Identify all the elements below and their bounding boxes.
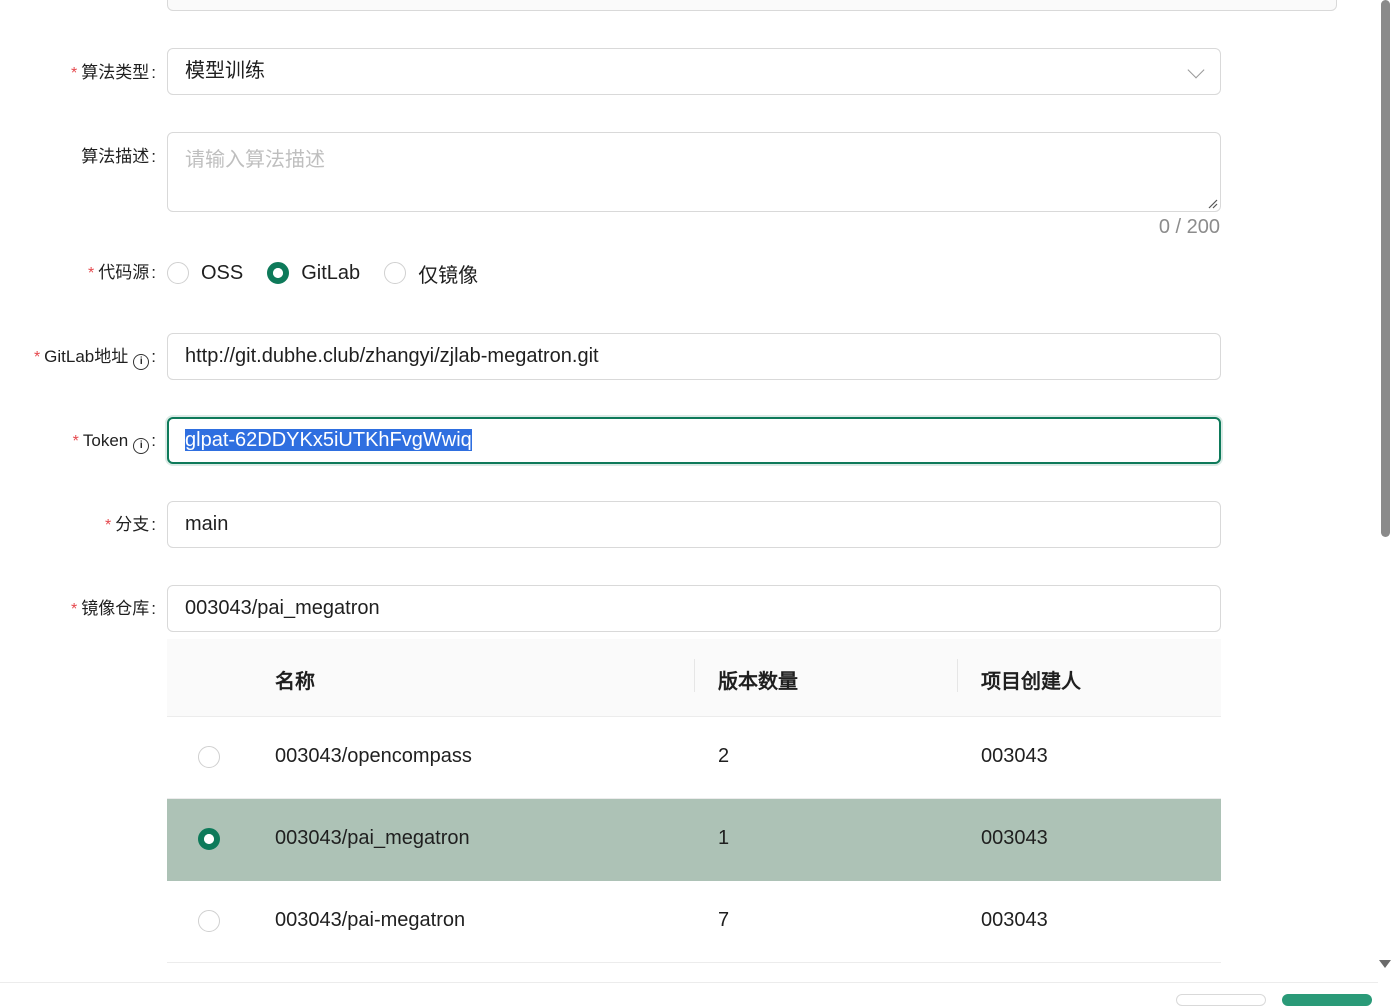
algo-type-label: * 算法类型: [71,63,156,82]
scrollbar-thumb[interactable] [1381,0,1390,537]
required-mark: * [33,349,41,366]
algo-desc-label: 算法描述: [81,147,156,166]
image-repo-table: 名称 版本数量 项目创建人 003043/opencompass 2 00304… [167,639,1221,963]
column-header-versions: 版本数量 [718,671,798,693]
row-radio-button-checked[interactable] [198,828,220,850]
code-source-radio-group: OSS GitLab 仅镜像 [167,258,502,288]
cancel-button[interactable] [1176,994,1266,1006]
image-repo-input[interactable]: 003043/pai_megatron [167,585,1221,632]
radio-option-oss[interactable]: OSS [167,262,243,285]
cell-name: 003043/pai-megatron [275,909,466,931]
cell-versions: 2 [718,745,730,767]
image-repo-label: * 镜像仓库: [71,599,156,618]
info-circle-icon[interactable]: i [133,438,150,454]
scroll-down-arrow-icon[interactable] [1379,960,1391,968]
cell-creator: 003043 [981,745,1048,767]
scrollbar-track[interactable] [1378,0,1392,970]
required-mark: * [88,265,95,282]
cell-creator: 003043 [981,827,1048,849]
algo-type-select[interactable]: 模型训练 [167,48,1221,95]
token-label: * Token i: [73,429,156,454]
branch-input[interactable]: main [167,501,1221,548]
cell-name: 003043/opencompass [275,745,472,767]
cell-versions: 7 [718,909,730,931]
required-mark: * [71,601,78,618]
required-mark: * [72,433,79,450]
column-divider [694,659,695,692]
radio-option-gitlab[interactable]: GitLab [267,262,360,285]
confirm-button[interactable] [1282,994,1372,1006]
footer-divider [0,982,1378,983]
cell-creator: 003043 [981,909,1048,931]
table-row[interactable]: 003043/opencompass 2 003043 [167,717,1221,799]
table-row[interactable]: 003043/pai-megatron 7 003043 [167,881,1221,963]
radio-button[interactable] [384,262,407,284]
column-divider [957,659,958,692]
chevron-down-icon [1187,61,1205,79]
algo-desc-placeholder: 请输入算法描述 [185,149,325,171]
column-header-creator: 项目创建人 [981,671,1081,693]
radio-button-checked[interactable] [267,262,290,284]
table-row-selected[interactable]: 003043/pai_megatron 1 003043 [167,799,1221,881]
char-counter: 0 / 200 [1158,216,1220,238]
token-input[interactable]: glpat-62DDYKx5iUTKhFvgWwiq [167,417,1221,464]
required-mark: * [71,65,78,82]
row-radio-button[interactable] [198,910,220,932]
info-circle-icon[interactable]: i [133,354,150,370]
radio-button[interactable] [167,262,189,284]
algo-type-value: 模型训练 [185,60,265,82]
cell-name: 003043/pai_megatron [275,827,470,849]
gitlab-url-label: * GitLab地址 i: [34,345,156,370]
previous-input-field[interactable] [167,0,1337,11]
branch-label: * 分支: [105,515,156,534]
algo-desc-textarea[interactable]: 请输入算法描述 [167,132,1221,212]
radio-option-image-only[interactable]: 仅镜像 [384,259,478,288]
cell-versions: 1 [718,827,730,849]
required-mark: * [105,517,112,534]
table-header: 名称 版本数量 项目创建人 [167,639,1221,717]
column-header-name: 名称 [275,671,315,693]
resize-handle-icon[interactable] [1208,199,1218,209]
row-radio-button[interactable] [198,746,220,768]
gitlab-url-input[interactable]: http://git.dubhe.club/zhangyi/zjlab-mega… [167,333,1221,380]
code-source-label: * 代码源: [88,263,156,282]
